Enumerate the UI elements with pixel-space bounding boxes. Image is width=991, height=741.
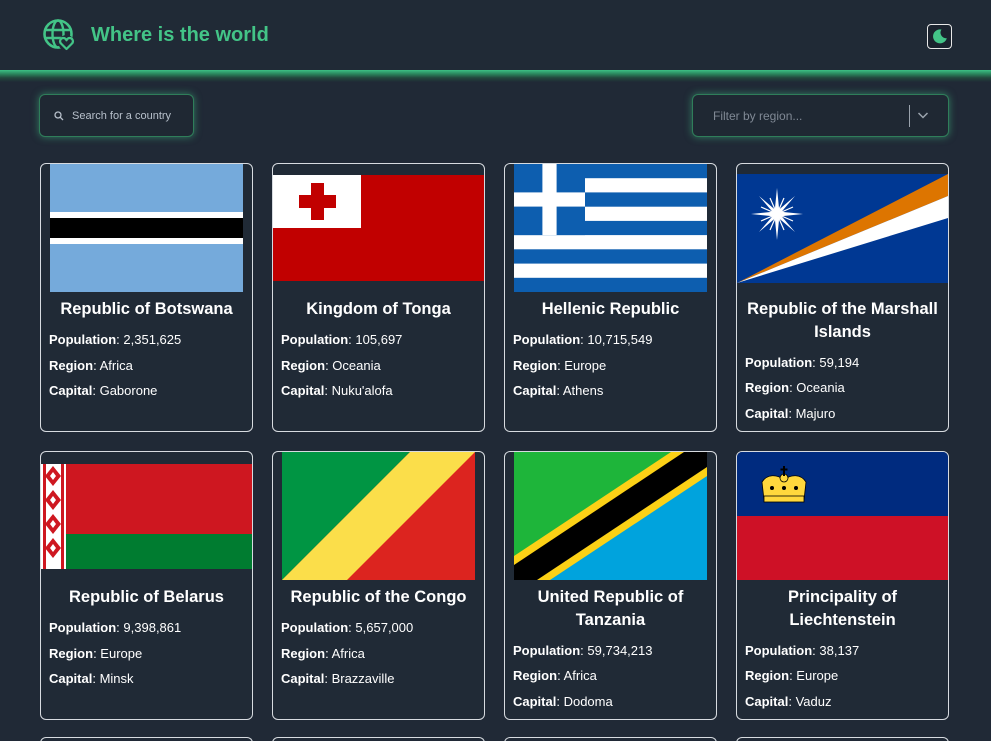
search-input[interactable] <box>72 109 192 122</box>
country-card-partial[interactable] <box>272 737 485 741</box>
capital-value: Minsk <box>99 671 134 686</box>
capital-row: Capital: Athens <box>513 383 604 398</box>
region-row: Region: Africa <box>281 646 365 661</box>
capital-row: Capital: Dodoma <box>513 694 613 709</box>
chevron-down-icon[interactable] <box>917 111 929 120</box>
region-row: Region: Oceania <box>281 358 381 373</box>
tanzania-flag <box>514 452 707 580</box>
filter-placeholder: Filter by region... <box>713 109 803 123</box>
region-value: Europe <box>100 646 143 661</box>
country-card[interactable]: Principality of Liechtenstein Population… <box>736 451 949 720</box>
capital-row: Capital: Majuro <box>745 406 836 421</box>
capital-row: Capital: Minsk <box>49 671 134 686</box>
region-value: Oceania <box>332 358 381 373</box>
region-value: Africa <box>563 668 597 683</box>
population-value: 5,657,000 <box>355 620 414 635</box>
population-row: Population: 2,351,625 <box>49 332 182 347</box>
country-name: Republic of Botswana <box>60 300 233 318</box>
theme-toggle-button[interactable] <box>927 24 952 49</box>
capital-row: Capital: Brazzaville <box>281 671 395 686</box>
population-value: 2,351,625 <box>123 332 182 347</box>
country-name: Kingdom of Tonga <box>306 300 451 318</box>
population-value: 59,194 <box>819 355 860 370</box>
population-value: 38,137 <box>819 643 860 658</box>
belarus-flag <box>41 464 252 569</box>
region-row: Region: Africa <box>49 358 133 373</box>
country-card[interactable]: Republic of the Marshall Islands Populat… <box>736 163 949 432</box>
population-value: 10,715,549 <box>587 332 653 347</box>
population-row: Population: 59,734,213 <box>513 643 653 658</box>
search-box <box>39 94 194 137</box>
country-card[interactable]: Kingdom of Tonga Population: 105,697 Reg… <box>272 163 485 432</box>
app-title: Where is the world <box>91 24 269 46</box>
country-card[interactable]: United Republic of Tanzania Population: … <box>504 451 717 720</box>
country-name: Republic of Belarus <box>69 588 224 606</box>
capital-row: Capital: Vaduz <box>745 694 832 709</box>
congo-flag <box>282 452 475 580</box>
population-row: Population: 5,657,000 <box>281 620 414 635</box>
country-card[interactable]: Republic of Botswana Population: 2,351,6… <box>40 163 253 432</box>
country-card[interactable]: Republic of the Congo Population: 5,657,… <box>272 451 485 720</box>
capital-row: Capital: Nuku'alofa <box>281 383 393 398</box>
app-header: Where is the world <box>0 0 991 72</box>
marshall-islands-flag <box>737 174 948 283</box>
liechtenstein-flag <box>737 452 948 580</box>
region-value: Europe <box>564 358 607 373</box>
country-name: Hellenic Republic <box>541 300 680 318</box>
country-card-partial[interactable] <box>504 737 717 741</box>
population-row: Population: 59,194 <box>745 355 860 370</box>
country-card-partial[interactable] <box>40 737 253 741</box>
capital-row: Capital: Gaborone <box>49 383 158 398</box>
capital-value: Dodoma <box>563 694 613 709</box>
globe-heart-icon <box>43 19 75 51</box>
country-name: United Republic of Tanzania <box>537 588 684 629</box>
capital-value: Brazzaville <box>331 671 395 686</box>
country-card-partial[interactable] <box>736 737 949 741</box>
population-row: Population: 9,398,861 <box>49 620 182 635</box>
region-value: Oceania <box>796 380 845 395</box>
region-filter-select[interactable]: Filter by region... <box>692 94 949 137</box>
header-glow-divider <box>0 70 991 82</box>
population-row: Population: 10,715,549 <box>513 332 653 347</box>
country-card[interactable]: Republic of Belarus Population: 9,398,86… <box>40 451 253 720</box>
population-value: 105,697 <box>355 332 403 347</box>
capital-value: Majuro <box>795 406 836 421</box>
greece-flag <box>514 164 707 292</box>
population-row: Population: 105,697 <box>281 332 403 347</box>
region-row: Region: Oceania <box>745 380 845 395</box>
filter-separator <box>909 105 910 127</box>
country-name: Principality of Liechtenstein <box>787 588 898 629</box>
region-row: Region: Europe <box>513 358 607 373</box>
region-row: Region: Europe <box>745 668 839 683</box>
country-name: Republic of the Congo <box>290 588 467 606</box>
botswana-flag <box>50 164 243 292</box>
capital-value: Athens <box>562 383 604 398</box>
region-value: Africa <box>331 646 365 661</box>
capital-value: Gaborone <box>99 383 158 398</box>
region-value: Africa <box>99 358 133 373</box>
capital-value: Vaduz <box>795 694 832 709</box>
capital-value: Nuku'alofa <box>331 383 393 398</box>
population-value: 59,734,213 <box>587 643 653 658</box>
country-name: Republic of the Marshall Islands <box>747 300 938 341</box>
tonga-flag <box>273 175 484 281</box>
region-value: Europe <box>796 668 839 683</box>
country-card[interactable]: Hellenic Republic Population: 10,715,549… <box>504 163 717 432</box>
search-icon <box>54 110 64 120</box>
moon-icon <box>933 29 947 44</box>
region-row: Region: Africa <box>513 668 597 683</box>
region-row: Region: Europe <box>49 646 143 661</box>
population-value: 9,398,861 <box>123 620 182 635</box>
population-row: Population: 38,137 <box>745 643 860 658</box>
